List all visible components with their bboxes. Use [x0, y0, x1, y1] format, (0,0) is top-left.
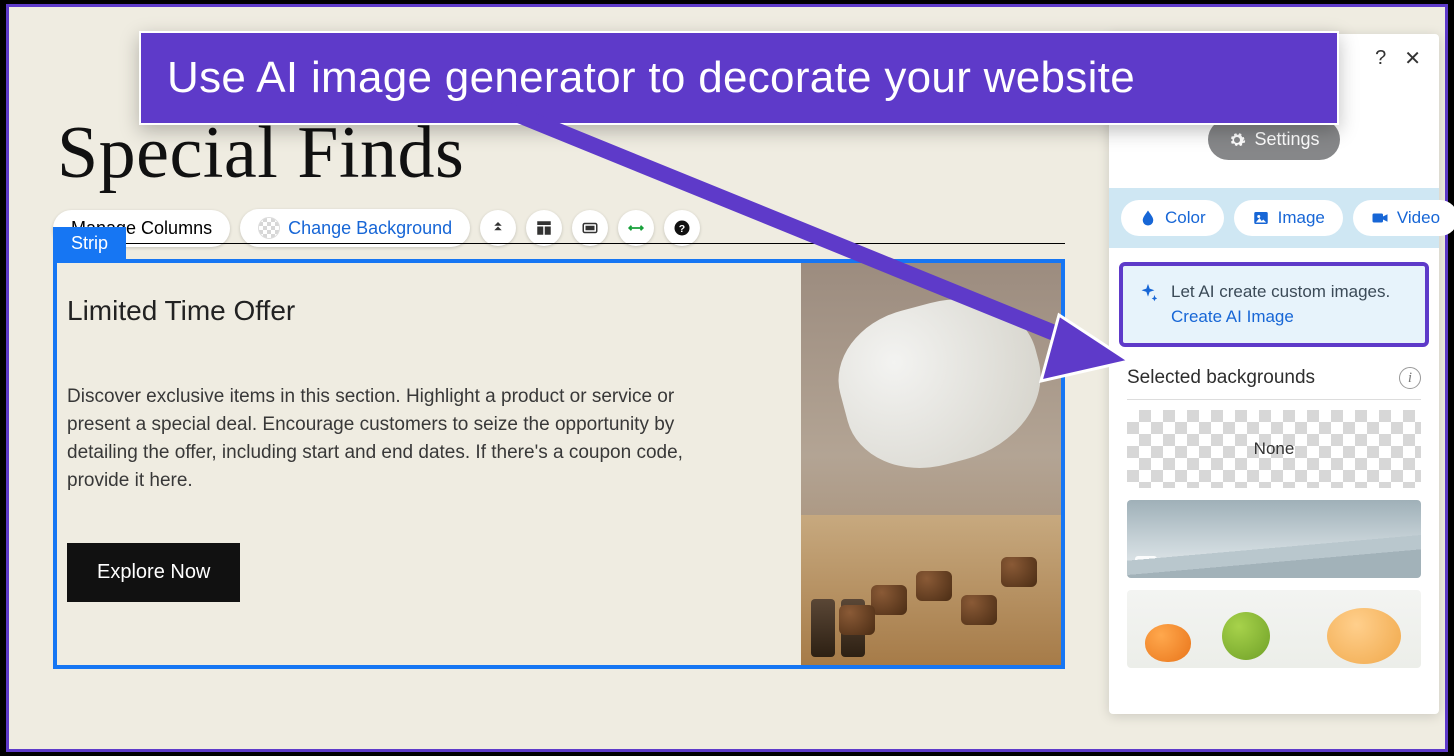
tab-image[interactable]: Image — [1234, 200, 1343, 236]
video-badge — [1135, 556, 1157, 572]
decor-chocolate — [871, 585, 907, 615]
strip-image-column[interactable] — [801, 263, 1061, 665]
divider — [1127, 399, 1421, 400]
viewport-button[interactable] — [572, 210, 608, 246]
panel-close-button[interactable]: ✕ — [1404, 46, 1421, 71]
decor-jar — [811, 599, 835, 657]
section-divider — [53, 243, 1065, 244]
background-option-fruit[interactable] — [1127, 590, 1421, 668]
decor-fruit — [1145, 624, 1191, 662]
image-icon — [1252, 209, 1270, 227]
decor-chocolate — [916, 571, 952, 601]
stretch-button[interactable] — [618, 210, 654, 246]
viewport-icon — [581, 219, 599, 237]
create-ai-image-link[interactable]: Create AI Image — [1171, 307, 1294, 326]
ai-create-box: Let AI create custom images. Create AI I… — [1119, 262, 1429, 347]
strip-body[interactable]: Discover exclusive items in this section… — [67, 383, 687, 495]
tab-color-label: Color — [1165, 208, 1206, 228]
background-option-none[interactable]: None — [1127, 410, 1421, 488]
help-icon: ? — [673, 219, 691, 237]
layout-button[interactable] — [526, 210, 562, 246]
sparkle-icon — [1137, 282, 1159, 304]
strip-heading[interactable]: Limited Time Offer — [67, 295, 791, 327]
change-background-button[interactable]: Change Background — [240, 209, 470, 247]
droplet-icon — [1139, 209, 1157, 227]
layout-icon — [535, 219, 553, 237]
tab-video[interactable]: Video — [1353, 200, 1454, 236]
settings-button[interactable]: Settings — [1208, 119, 1339, 160]
tab-video-label: Video — [1397, 208, 1440, 228]
background-panel: ? ✕ Settings Color Image Video — [1109, 34, 1439, 714]
tab-color[interactable]: Color — [1121, 200, 1224, 236]
strip-content: Limited Time Offer Discover exclusive it… — [57, 263, 1061, 665]
selected-strip[interactable]: Strip Limited Time Offer Discover exclus… — [53, 259, 1065, 669]
strip-toolbar: Manage Columns Change Background ? — [53, 209, 700, 247]
change-background-label: Change Background — [288, 218, 452, 239]
selected-backgrounds-row: Selected backgrounds i — [1109, 357, 1439, 393]
strip-text-column: Limited Time Offer Discover exclusive it… — [57, 263, 801, 665]
settings-label: Settings — [1254, 129, 1319, 150]
stretch-icon — [627, 219, 645, 237]
decor-fruit — [1327, 608, 1401, 664]
decor-glove — [824, 280, 1059, 486]
tab-image-label: Image — [1278, 208, 1325, 228]
video-icon — [1371, 209, 1389, 227]
strip-label: Strip — [53, 227, 126, 260]
decor-chocolate — [1001, 557, 1037, 587]
panel-help-button[interactable]: ? — [1375, 47, 1386, 70]
editor-frame: Special Finds Manage Columns Change Back… — [6, 4, 1448, 752]
ai-text: Let AI create custom images. — [1171, 282, 1390, 301]
decor-chocolate — [961, 595, 997, 625]
gear-icon — [1228, 131, 1246, 149]
background-option-mountain-video[interactable] — [1127, 500, 1421, 578]
scroll-effects-button[interactable] — [480, 210, 516, 246]
selected-backgrounds-label: Selected backgrounds — [1127, 367, 1315, 389]
none-label: None — [1254, 439, 1295, 459]
explore-now-button[interactable]: Explore Now — [67, 543, 240, 602]
explore-now-label: Explore Now — [97, 561, 210, 583]
decor-fruit — [1222, 612, 1270, 660]
chevrons-up-icon — [489, 219, 507, 237]
video-icon — [1140, 558, 1152, 570]
ai-text-wrap: Let AI create custom images. Create AI I… — [1171, 280, 1411, 329]
decor-chocolate — [839, 605, 875, 635]
background-tabs: Color Image Video — [1109, 188, 1439, 248]
transparency-icon — [258, 217, 280, 239]
info-icon[interactable]: i — [1399, 367, 1421, 389]
help-button[interactable]: ? — [664, 210, 700, 246]
svg-text:?: ? — [679, 223, 685, 235]
annotation-callout: Use AI image generator to decorate your … — [139, 31, 1339, 125]
